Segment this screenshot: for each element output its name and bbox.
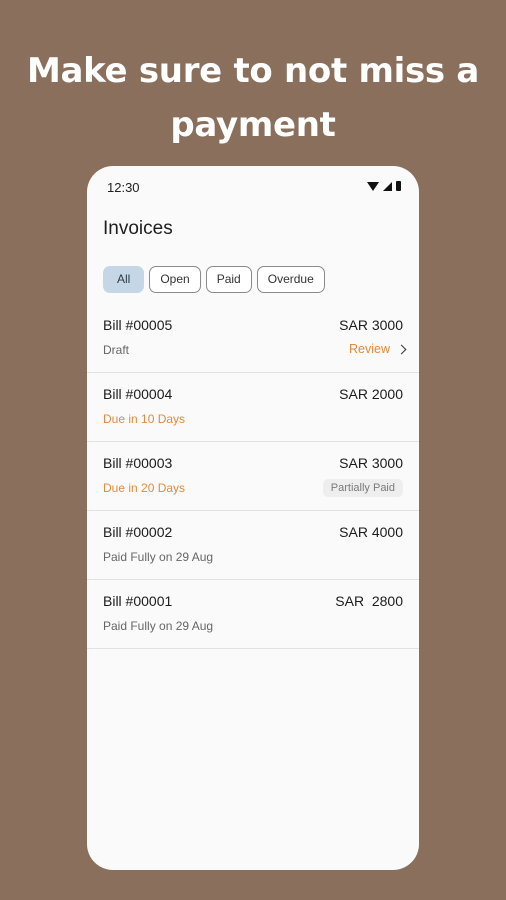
bill-amount: SAR 3000 [339,317,403,333]
filter-chip-all[interactable]: All [103,266,145,293]
filter-chips: All Open Paid Overdue [103,266,325,293]
promo-headline: Make sure to not miss a payment [0,44,506,152]
filter-chip-paid[interactable]: Paid [205,266,252,293]
chevron-right-icon [396,344,407,355]
invoice-row[interactable]: Bill #00001 SAR 2800 Paid Fully on 29 Au… [87,580,419,649]
bill-status: Paid Fully on 29 Aug [103,619,214,633]
filter-chip-open[interactable]: Open [149,266,201,293]
bill-number: Bill #00001 [103,593,173,609]
bill-status: Paid Fully on 29 Aug [103,550,214,564]
bill-status: Due in 10 Days [103,412,186,426]
bill-amount: SAR 4000 [339,524,403,540]
invoice-row[interactable]: Bill #00005 SAR 3000 Draft Review [87,304,419,373]
status-badge: Partially Paid [322,479,403,497]
bill-status: Draft [103,343,130,357]
headline-line-1: Make sure to not miss a [26,51,480,91]
wifi-icon [367,181,379,191]
status-bar: 12:30 [87,166,419,206]
status-icons [367,181,401,191]
bill-amount: SAR 3000 [339,455,403,471]
battery-icon [396,181,401,191]
invoice-row[interactable]: Bill #00003 SAR 3000 Due in 20 Days Part… [87,442,419,511]
bill-number: Bill #00004 [103,386,173,402]
invoice-row[interactable]: Bill #00004 SAR 2000 Due in 10 Days [87,373,419,442]
bill-number: Bill #00005 [103,317,173,333]
bill-number: Bill #00002 [103,524,173,540]
invoice-list: Bill #00005 SAR 3000 Draft Review Bill #… [87,304,419,649]
review-label: Review [349,342,390,356]
bill-status: Due in 20 Days [103,481,186,495]
page-title: Invoices [103,218,173,239]
bill-amount: SAR 2800 [335,593,403,609]
bill-amount: SAR 2000 [339,386,403,402]
phone-screen: 12:30 Invoices All Open Paid Overdue Bil… [87,166,419,870]
review-link[interactable]: Review [349,342,407,356]
filter-chip-overdue[interactable]: Overdue [256,266,325,293]
cellular-signal-icon [383,181,392,191]
invoice-row[interactable]: Bill #00002 SAR 4000 Paid Fully on 29 Au… [87,511,419,580]
headline-line-2: payment [170,105,336,145]
bill-number: Bill #00003 [103,455,173,471]
status-time: 12:30 [107,180,140,195]
